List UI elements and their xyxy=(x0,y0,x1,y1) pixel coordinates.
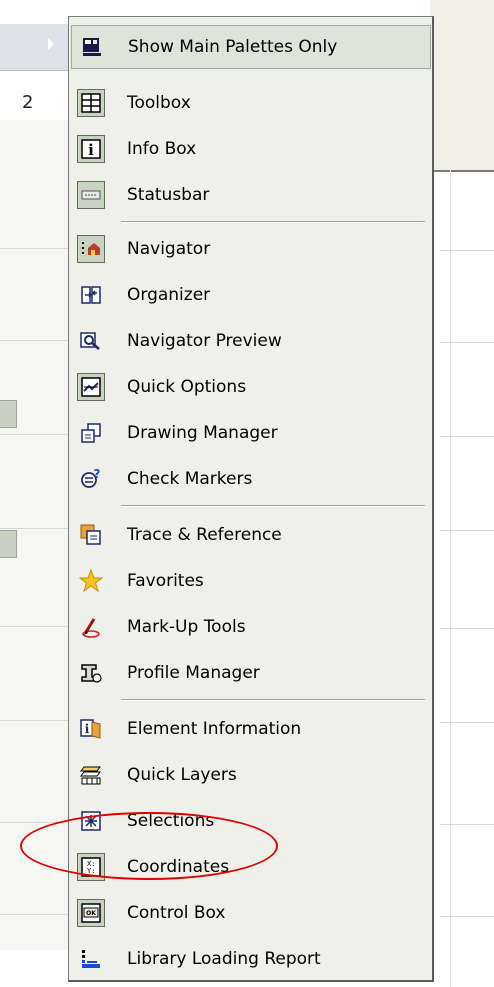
menu-item-label: Navigator xyxy=(127,239,211,259)
menu-item-label: Profile Manager xyxy=(127,663,260,683)
grid-line xyxy=(0,626,68,627)
quick-layers-icon xyxy=(77,761,105,789)
grid-line xyxy=(0,720,68,721)
navigator-preview-icon xyxy=(77,327,105,355)
menu-item-organizer[interactable]: Organizer xyxy=(71,273,431,317)
menu-item-navigator-preview[interactable]: Navigator Preview xyxy=(71,319,431,363)
menu-item-label: Organizer xyxy=(127,285,211,305)
grid-line xyxy=(0,340,68,341)
menu-item-statusbar[interactable]: Statusbar xyxy=(71,173,431,217)
menu-item-profile-manager[interactable]: Profile Manager xyxy=(71,651,431,695)
organizer-icon xyxy=(77,281,105,309)
menu-item-label: Drawing Manager xyxy=(127,423,278,443)
grid-line xyxy=(440,436,494,437)
palettes-icon xyxy=(78,33,106,61)
grid-line xyxy=(440,824,494,825)
menu-item-check-markers[interactable]: ? Check Markers xyxy=(71,457,431,501)
menu-item-favorites[interactable]: Favorites xyxy=(71,559,431,603)
svg-text:i: i xyxy=(88,141,94,159)
menu-separator xyxy=(121,505,425,507)
menu-item-label: Trace & Reference xyxy=(127,525,282,545)
menu-item-navigator[interactable]: Navigator xyxy=(71,227,431,271)
submenu-arrow-icon xyxy=(48,38,54,50)
grid-line xyxy=(0,434,68,435)
grid-line xyxy=(0,914,68,915)
info-box-icon: i xyxy=(77,135,105,163)
menu-item-label: Mark-Up Tools xyxy=(127,617,246,637)
background-tab[interactable] xyxy=(0,400,17,428)
navigator-icon xyxy=(77,235,105,263)
menu-item-label: Element Information xyxy=(127,719,302,739)
svg-text:OK: OK xyxy=(86,910,96,917)
menu-item-trace-reference[interactable]: Trace & Reference xyxy=(71,513,431,557)
grid-line xyxy=(440,530,494,531)
grid-line xyxy=(440,342,494,343)
menu-item-label: Favorites xyxy=(127,571,204,591)
check-markers-icon: ? xyxy=(77,465,105,493)
menu-item-element-information[interactable]: i Element Information xyxy=(71,707,431,751)
background-submenu-row[interactable] xyxy=(0,24,68,71)
menu-item-label: Quick Layers xyxy=(127,765,237,785)
profile-manager-icon xyxy=(77,659,105,687)
menu-item-label: Toolbox xyxy=(127,93,191,113)
drawing-manager-icon xyxy=(77,419,105,447)
svg-text:?: ? xyxy=(94,468,101,481)
menu-item-quick-options[interactable]: Quick Options xyxy=(71,365,431,409)
element-information-icon: i xyxy=(77,715,105,743)
menu-item-toolbox[interactable]: Toolbox xyxy=(71,81,431,125)
menu-item-label: Library Loading Report xyxy=(127,949,321,969)
menu-item-label: Info Box xyxy=(127,139,197,159)
menu-separator xyxy=(121,699,425,701)
trace-reference-icon xyxy=(77,521,105,549)
grid-line xyxy=(0,528,68,529)
annotation-ellipse xyxy=(20,812,278,880)
menu-separator xyxy=(121,221,425,223)
grid-line xyxy=(440,916,494,917)
menu-item-control-box[interactable]: OK Control Box xyxy=(71,891,431,935)
background-toolbar xyxy=(0,0,494,16)
quick-options-icon xyxy=(77,373,105,401)
menu-item-quick-layers[interactable]: Quick Layers xyxy=(71,753,431,797)
menu-item-label: Quick Options xyxy=(127,377,247,397)
mark-up-tools-icon xyxy=(77,613,105,641)
menu-item-label: Check Markers xyxy=(127,469,253,489)
background-dialog-panel xyxy=(430,0,494,172)
menu-item-library-loading-report[interactable]: Library Loading Report xyxy=(71,937,431,981)
grid-line xyxy=(0,248,68,249)
background-tab[interactable] xyxy=(0,530,17,558)
statusbar-icon xyxy=(77,181,105,209)
library-loading-report-icon xyxy=(77,945,105,973)
menu-item-label: Control Box xyxy=(127,903,226,923)
grid-line xyxy=(440,628,494,629)
grid-line xyxy=(440,250,494,251)
grid-line xyxy=(450,170,451,987)
toolbox-icon xyxy=(77,89,105,117)
menu-item-info-box[interactable]: i Info Box xyxy=(71,127,431,171)
menu-item-show-main-palettes-only[interactable]: Show Main Palettes Only xyxy=(71,25,431,69)
menu-item-mark-up-tools[interactable]: Mark-Up Tools xyxy=(71,605,431,649)
menu-item-drawing-manager[interactable]: Drawing Manager xyxy=(71,411,431,455)
background-number: 2 xyxy=(22,92,34,113)
svg-text:i: i xyxy=(85,722,90,736)
grid-line xyxy=(440,722,494,723)
menu-item-label: Show Main Palettes Only xyxy=(128,37,338,57)
menu-item-label: Navigator Preview xyxy=(127,331,282,351)
control-box-icon: OK xyxy=(77,899,105,927)
favorites-star-icon xyxy=(77,567,105,595)
menu-item-label: Statusbar xyxy=(127,185,210,205)
